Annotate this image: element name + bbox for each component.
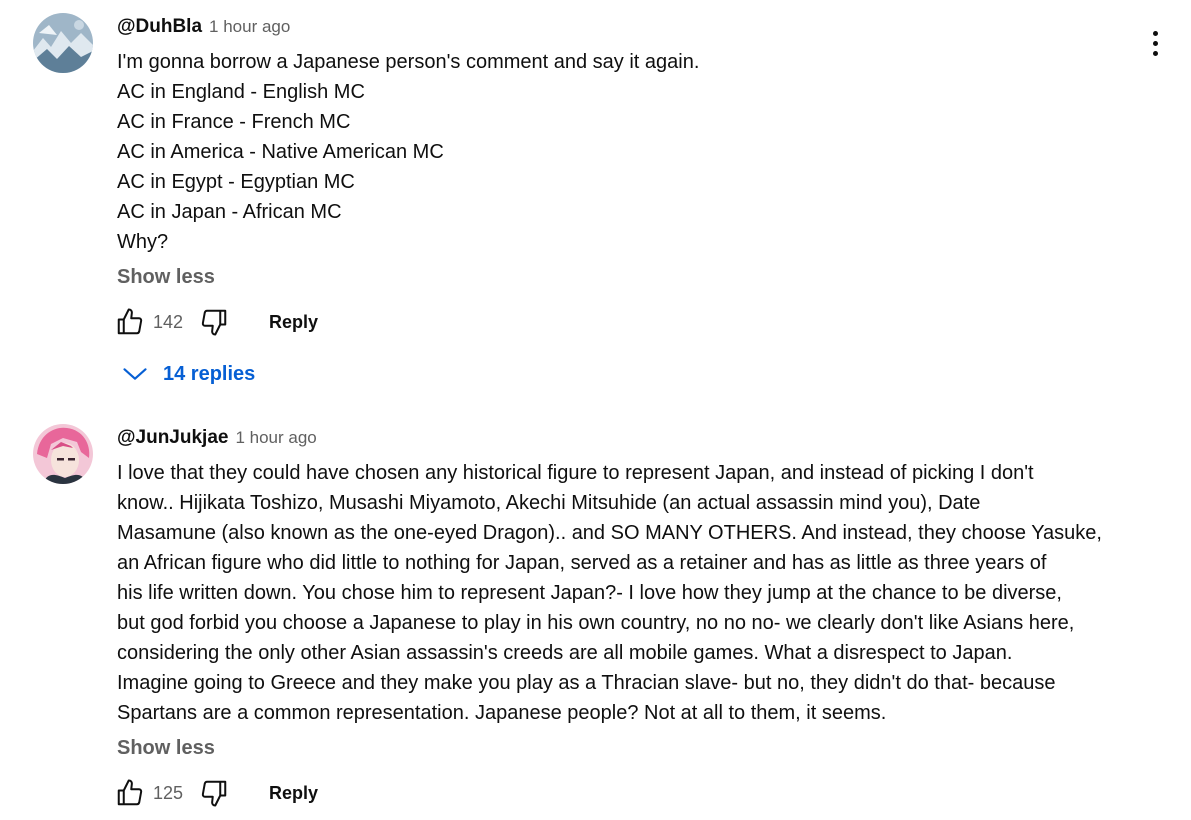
comment-header: @DuhBla 1 hour ago bbox=[117, 16, 290, 38]
more-vert-icon-dot bbox=[1152, 50, 1158, 56]
comment-line: Imagine going to Greece and they make yo… bbox=[117, 672, 1056, 694]
comment-line: Spartans are a common representation. Ja… bbox=[117, 702, 887, 724]
comment-line: AC in America - Native American MC bbox=[117, 141, 444, 163]
like-count: 125 bbox=[153, 782, 184, 803]
like-button[interactable] bbox=[114, 306, 146, 338]
dislike-button[interactable] bbox=[198, 777, 230, 809]
show-less-button[interactable]: Show less bbox=[117, 737, 215, 760]
like-count: 142 bbox=[153, 311, 184, 332]
comment-line: AC in France - French MC bbox=[117, 111, 351, 133]
comment-line: AC in Egypt - Egyptian MC bbox=[117, 171, 355, 193]
comment-line: considering the only other Asian assassi… bbox=[117, 642, 1013, 664]
reply-button[interactable]: Reply bbox=[269, 312, 318, 333]
comment-line: an African figure who did little to noth… bbox=[117, 552, 1047, 574]
comment-header: @JunJukjae 1 hour ago bbox=[117, 427, 317, 449]
comment-thread: @JunJukjae 1 hour ago I love that they c… bbox=[0, 410, 1191, 820]
replies-count-label[interactable]: 14 replies bbox=[163, 363, 255, 386]
comment-line: AC in Japan - African MC bbox=[117, 201, 342, 223]
more-vert-icon bbox=[1152, 30, 1158, 36]
thumbs-up-icon bbox=[117, 779, 143, 806]
avatar-image bbox=[33, 424, 93, 484]
comment-line: Masamune (also known as the one-eyed Dra… bbox=[117, 522, 1102, 544]
comment-actions: 142 Reply bbox=[114, 306, 318, 338]
thumbs-down-icon bbox=[201, 780, 227, 807]
comment-line: I'm gonna borrow a Japanese person's com… bbox=[117, 51, 700, 73]
reply-button[interactable]: Reply bbox=[269, 783, 318, 804]
comment-text: I love that they could have chosen any h… bbox=[117, 458, 1129, 728]
view-replies-button[interactable]: 14 replies bbox=[121, 360, 255, 388]
avatar[interactable] bbox=[33, 13, 93, 73]
show-less-button[interactable]: Show less bbox=[117, 266, 215, 289]
author-name[interactable]: @DuhBla bbox=[117, 16, 202, 38]
comment-line: but god forbid you choose a Japanese to … bbox=[117, 612, 1075, 634]
thumbs-up-icon bbox=[117, 308, 143, 335]
comment-text: I'm gonna borrow a Japanese person's com… bbox=[117, 47, 1129, 257]
avatar[interactable] bbox=[33, 424, 93, 484]
comment-line: AC in England - English MC bbox=[117, 81, 365, 103]
comment-thread: @DuhBla 1 hour ago I'm gonna borrow a Ja… bbox=[0, 0, 1191, 400]
avatar-image bbox=[33, 13, 93, 73]
thumbs-down-icon bbox=[201, 309, 227, 336]
comment-line: his life written down. You chose him to … bbox=[117, 582, 1062, 604]
comment-timestamp[interactable]: 1 hour ago bbox=[235, 428, 316, 448]
more-options-button[interactable] bbox=[1143, 27, 1167, 59]
comment-actions: 125 Reply bbox=[114, 777, 318, 809]
comment-line: I love that they could have chosen any h… bbox=[117, 462, 1034, 484]
author-name[interactable]: @JunJukjae bbox=[117, 427, 228, 449]
dislike-button[interactable] bbox=[198, 306, 230, 338]
comment-line: Why? bbox=[117, 231, 169, 253]
comment-timestamp[interactable]: 1 hour ago bbox=[209, 17, 290, 37]
like-button[interactable] bbox=[114, 777, 146, 809]
comment-line: know.. Hijikata Toshizo, Musashi Miyamot… bbox=[117, 492, 981, 514]
chevron-down-icon bbox=[123, 368, 147, 380]
more-vert-icon-dot bbox=[1152, 40, 1158, 46]
